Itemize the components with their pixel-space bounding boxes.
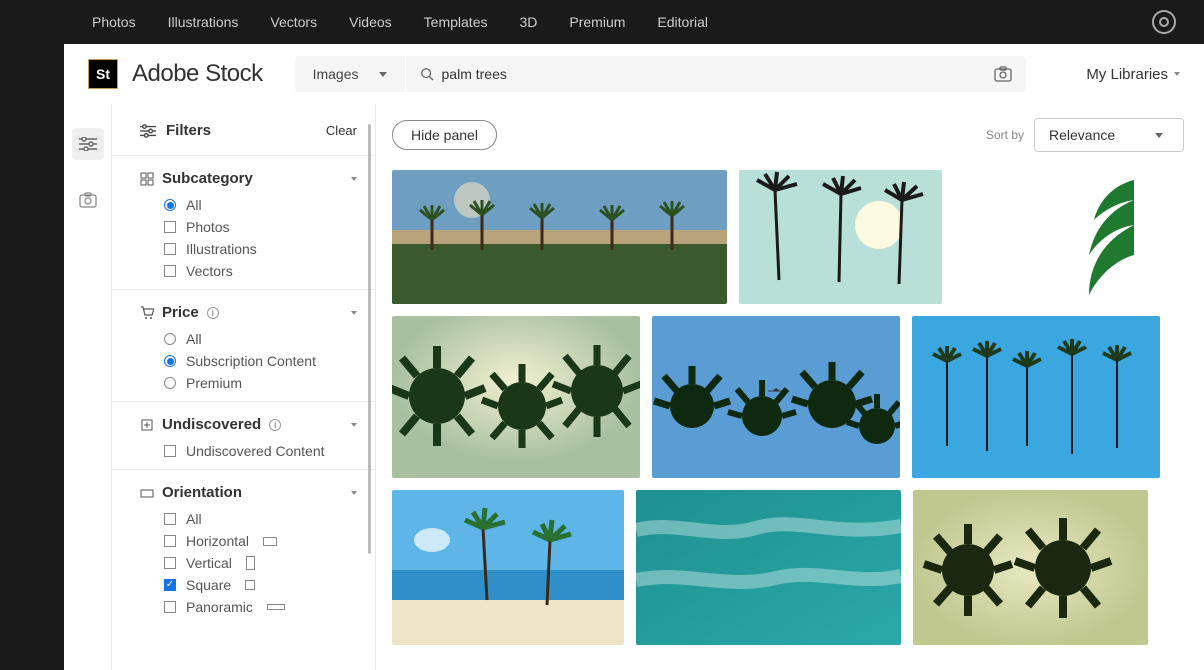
info-icon[interactable]: i — [207, 307, 219, 319]
orientation-option-square[interactable]: Square — [164, 577, 357, 593]
sliders-icon — [140, 124, 156, 138]
info-icon[interactable]: i — [269, 419, 281, 431]
my-libraries-label: My Libraries — [1086, 66, 1168, 83]
camera-tool-button[interactable] — [72, 184, 104, 216]
undiscovered-header[interactable]: Undiscovered i — [140, 416, 357, 433]
my-libraries[interactable]: My Libraries — [1086, 66, 1180, 83]
results-grid — [392, 170, 1204, 645]
nav-vectors[interactable]: Vectors — [270, 14, 317, 30]
orientation-option-horizontal[interactable]: Horizontal — [164, 533, 357, 549]
sort-select[interactable]: Relevance — [1034, 118, 1184, 152]
result-thumb[interactable] — [739, 170, 942, 304]
horizontal-icon — [263, 537, 277, 546]
result-thumb[interactable] — [913, 490, 1148, 645]
nav-templates[interactable]: Templates — [424, 14, 488, 30]
filter-section-subcategory: Subcategory All Photos Illustrations Vec… — [112, 155, 375, 289]
top-nav: Photos Illustrations Vectors Videos Temp… — [64, 0, 1204, 44]
creative-cloud-icon[interactable] — [1152, 10, 1176, 34]
result-thumb[interactable] — [636, 490, 901, 645]
result-thumb[interactable] — [912, 316, 1160, 478]
result-thumb[interactable] — [392, 170, 727, 304]
orientation-label: Orientation — [162, 484, 242, 501]
camera-icon — [79, 192, 97, 208]
undiscovered-option-content[interactable]: Undiscovered Content — [164, 443, 357, 459]
nav-photos[interactable]: Photos — [92, 14, 136, 30]
content-row: Filters Clear Subcategory All Photos Ill… — [64, 104, 1204, 670]
chevron-down-icon — [351, 311, 357, 315]
subcategory-option-illustrations[interactable]: Illustrations — [164, 241, 357, 257]
chevron-down-icon — [351, 423, 357, 427]
orientation-option-vertical[interactable]: Vertical — [164, 555, 357, 571]
cart-icon — [140, 306, 154, 320]
nav-illustrations[interactable]: Illustrations — [168, 14, 239, 30]
result-thumb[interactable] — [652, 316, 900, 478]
search-icon — [420, 67, 434, 81]
brand-logo[interactable]: St Adobe Stock — [88, 59, 263, 89]
subcategory-option-vectors[interactable]: Vectors — [164, 263, 357, 279]
result-thumb[interactable] — [392, 490, 624, 645]
sort-value: Relevance — [1049, 127, 1115, 143]
nav-videos[interactable]: Videos — [349, 14, 392, 30]
orientation-option-panoramic[interactable]: Panoramic — [164, 599, 357, 615]
result-thumb[interactable] — [392, 316, 640, 478]
filter-section-price: Price i All Subscription Content Premium — [112, 289, 375, 401]
orientation-icon — [140, 486, 154, 500]
sparkle-icon — [140, 418, 154, 432]
sliders-icon — [79, 137, 97, 151]
visual-search-icon[interactable] — [994, 66, 1012, 82]
price-option-subscription[interactable]: Subscription Content — [164, 353, 357, 369]
nav-3d[interactable]: 3D — [519, 14, 537, 30]
price-option-all[interactable]: All — [164, 331, 357, 347]
filter-section-orientation: Orientation All Horizontal Vertical Squa… — [112, 469, 375, 625]
grid-icon — [140, 172, 154, 186]
nav-editorial[interactable]: Editorial — [657, 14, 708, 30]
undiscovered-label: Undiscovered — [162, 416, 261, 433]
search-type-select[interactable]: Images — [295, 56, 405, 92]
main-window: Photos Illustrations Vectors Videos Temp… — [64, 0, 1204, 670]
subcategory-option-all[interactable]: All — [164, 197, 357, 213]
filter-header: Filters Clear — [112, 122, 375, 155]
results-toolbar: Hide panel Sort by Relevance — [392, 118, 1204, 152]
price-header[interactable]: Price i — [140, 304, 357, 321]
subcategory-header[interactable]: Subcategory — [140, 170, 357, 187]
panoramic-icon — [267, 604, 285, 610]
orientation-option-all[interactable]: All — [164, 511, 357, 527]
price-option-premium[interactable]: Premium — [164, 375, 357, 391]
price-label: Price — [162, 304, 199, 321]
vertical-icon — [246, 556, 255, 570]
subcategory-option-photos[interactable]: Photos — [164, 219, 357, 235]
search-type-label: Images — [313, 66, 359, 82]
search-row: St Adobe Stock Images My Libraries — [64, 44, 1204, 104]
orientation-header[interactable]: Orientation — [140, 484, 357, 501]
square-icon — [245, 580, 255, 590]
stock-badge-icon: St — [88, 59, 118, 89]
chevron-down-icon — [1174, 72, 1180, 76]
sort-label: Sort by — [986, 128, 1024, 142]
subcategory-label: Subcategory — [162, 170, 253, 187]
result-thumb[interactable] — [954, 170, 1159, 304]
tool-rail — [64, 104, 112, 670]
search-input[interactable] — [434, 56, 994, 92]
brand-name: Adobe Stock — [132, 60, 263, 88]
results-area: Hide panel Sort by Relevance — [376, 104, 1204, 670]
chevron-down-icon — [1155, 133, 1163, 138]
filters-clear[interactable]: Clear — [326, 123, 357, 138]
app-left-rail — [0, 0, 64, 670]
search-input-wrap — [406, 56, 1026, 92]
hide-panel-button[interactable]: Hide panel — [392, 120, 497, 150]
filter-section-undiscovered: Undiscovered i Undiscovered Content — [112, 401, 375, 469]
filter-panel: Filters Clear Subcategory All Photos Ill… — [112, 104, 376, 670]
search-group: Images — [295, 56, 1026, 92]
chevron-down-icon — [351, 491, 357, 495]
scrollbar[interactable] — [368, 124, 371, 554]
filters-tool-button[interactable] — [72, 128, 104, 160]
chevron-down-icon — [351, 177, 357, 181]
nav-premium[interactable]: Premium — [569, 14, 625, 30]
filters-heading: Filters — [166, 122, 211, 139]
chevron-down-icon — [379, 72, 387, 77]
